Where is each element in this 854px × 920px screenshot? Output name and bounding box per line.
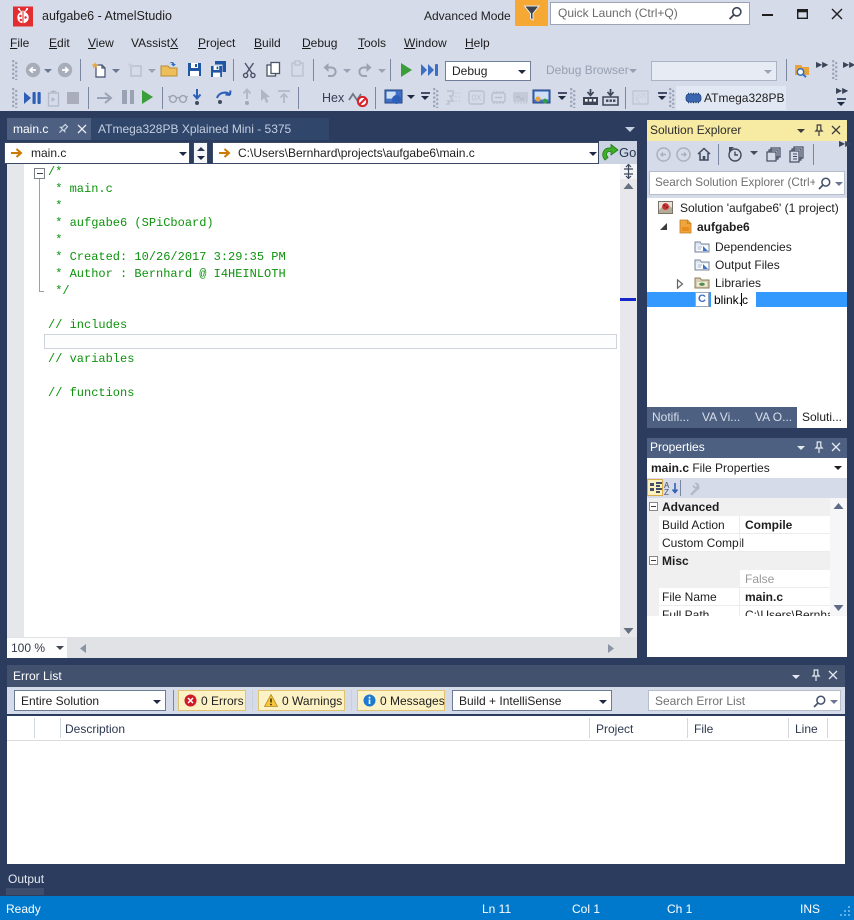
svg-text:0X: 0X: [472, 94, 482, 103]
svg-text:Z: Z: [664, 488, 669, 496]
